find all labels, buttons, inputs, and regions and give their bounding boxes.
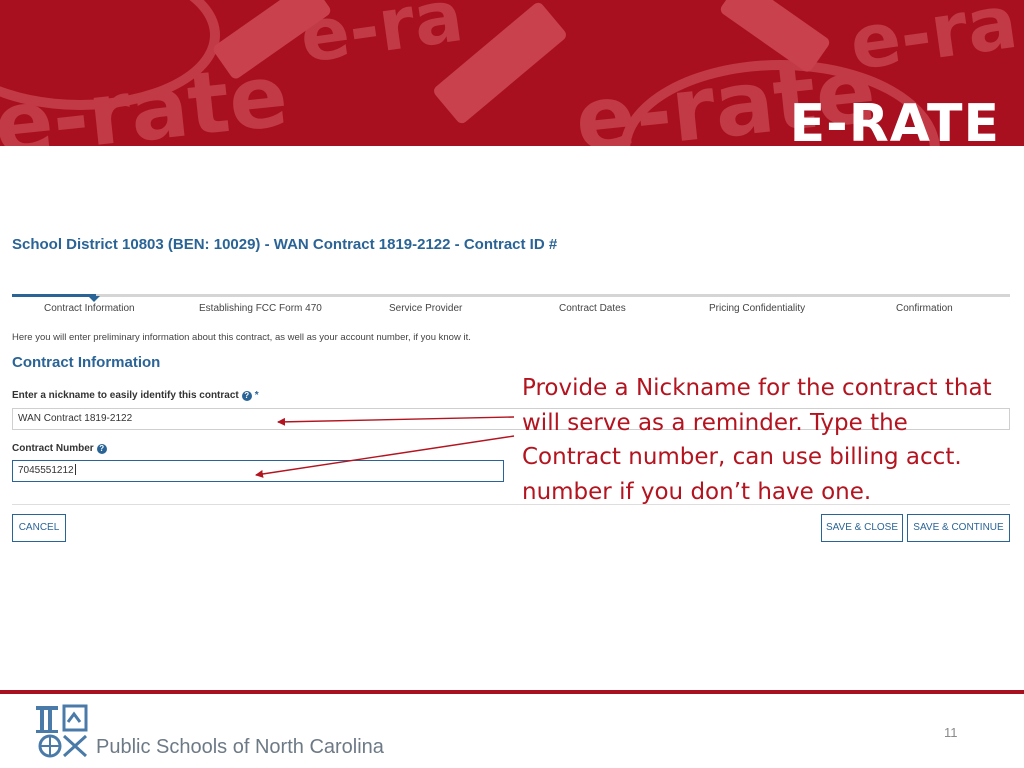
nickname-label: Enter a nickname to easily identify this…: [12, 390, 259, 401]
section-title: Contract Information: [12, 354, 161, 371]
step-confirmation[interactable]: Confirmation: [896, 303, 953, 314]
contract-number-input-value: 7045551212: [18, 465, 74, 476]
stepper-track: [12, 294, 1010, 297]
contract-number-label-text: Contract Number: [12, 443, 94, 454]
required-mark: *: [254, 390, 259, 401]
save-close-button[interactable]: SAVE & CLOSE: [821, 514, 903, 542]
step-contract-information[interactable]: Contract Information: [44, 303, 135, 314]
footer-org-name: Public Schools of North Carolina: [96, 736, 384, 758]
step-establishing-fcc-form-470[interactable]: Establishing FCC Form 470: [199, 303, 322, 314]
save-continue-button[interactable]: SAVE & CONTINUE: [907, 514, 1010, 542]
nickname-input-value: WAN Contract 1819-2122: [18, 413, 133, 424]
question-circle-icon[interactable]: ?: [96, 443, 107, 454]
step-contract-dates[interactable]: Contract Dates: [559, 303, 626, 314]
stepper-active-bar: [12, 294, 96, 297]
page-number: 11: [944, 725, 958, 740]
callout-annotation: Provide a Nickname for the contract that…: [522, 375, 992, 505]
nickname-label-text: Enter a nickname to easily identify this…: [12, 390, 239, 401]
cancel-button[interactable]: CANCEL: [12, 514, 66, 542]
contract-number-label: Contract Number ?: [12, 443, 107, 454]
intro-text: Here you will enter preliminary informat…: [12, 332, 471, 343]
ncdpi-logo-icon: [36, 704, 88, 758]
page-title: School District 10803 (BEN: 10029) - WAN…: [12, 236, 558, 253]
footer-rule: [0, 690, 1024, 694]
contract-number-input[interactable]: 7045551212: [12, 460, 504, 482]
text-cursor: [74, 464, 76, 475]
stepper-active-caret-icon: [88, 296, 100, 302]
brand-logo-text: E-RATE: [789, 94, 1000, 146]
watermark-text: e-ra: [844, 0, 1023, 88]
step-pricing-confidentiality[interactable]: Pricing Confidentiality: [709, 303, 805, 314]
step-service-provider[interactable]: Service Provider: [389, 303, 462, 314]
question-circle-icon[interactable]: ?: [241, 390, 252, 401]
header-banner: e-rate e-rate e-ra e-ra E-RATE: [0, 0, 1024, 146]
